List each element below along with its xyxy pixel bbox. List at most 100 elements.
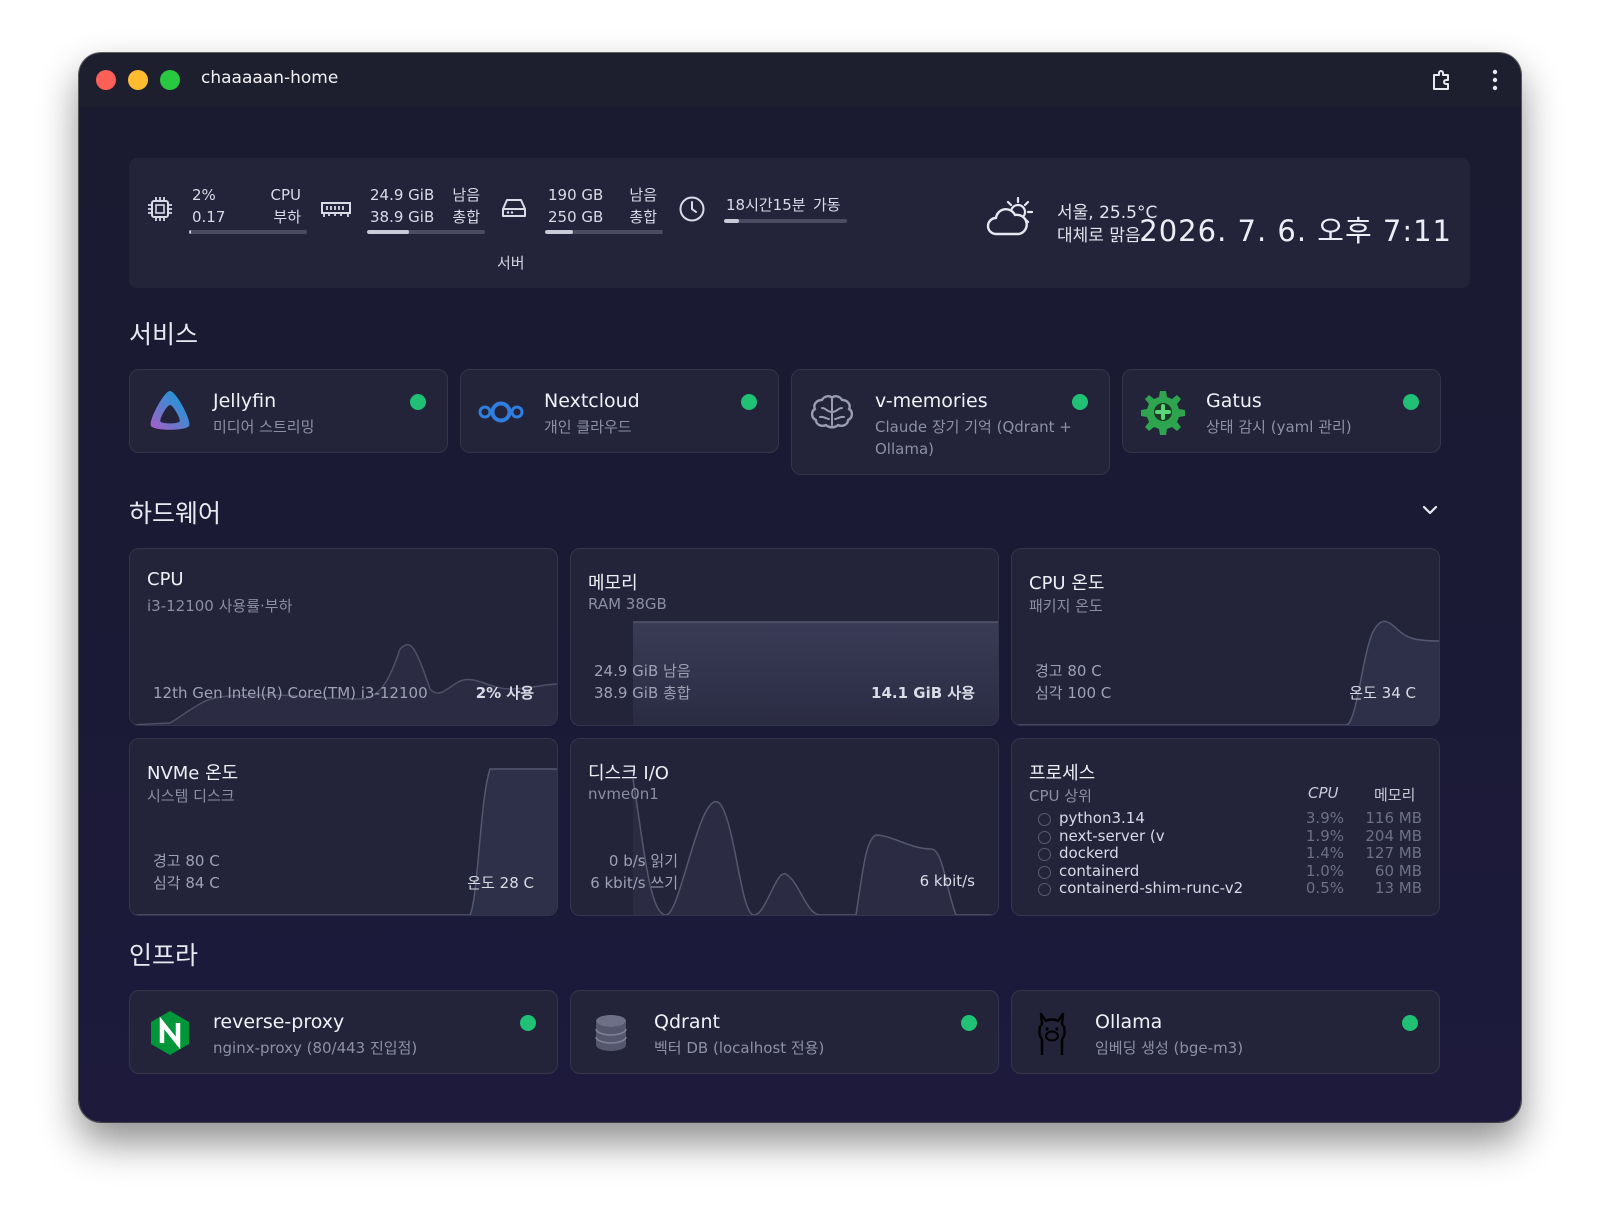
window-title: chaaaaan-home (201, 68, 339, 88)
service-name: Jellyfin (213, 390, 277, 412)
memory-free: 24.9 GiB (370, 186, 435, 204)
process-select-radio[interactable] (1038, 883, 1051, 896)
title-bar: chaaaaan-home (79, 53, 1521, 107)
memory-total-label: 총합 (452, 208, 480, 226)
process-memory: 204 MB (1365, 827, 1422, 845)
process-cpu: 1.9% (1305, 827, 1344, 845)
service-name: reverse-proxy (213, 1011, 345, 1033)
maximize-window-button[interactable] (160, 70, 180, 90)
nvme-temp-value: 온도 28 C (467, 874, 534, 892)
service-desc: 벡터 DB (localhost 전용) (654, 1039, 825, 1057)
service-name: Ollama (1095, 1011, 1163, 1033)
section-title-infra: 인프라 (129, 941, 199, 970)
warning-threshold: 경고 80 C (1035, 662, 1102, 680)
memory-free-text: 24.9 GiB 남음 38.9 GiB 총합 (594, 660, 691, 704)
jellyfin-icon (150, 391, 190, 430)
disk-free: 190 GB (548, 186, 604, 204)
process-name: containerd-shim-runc-v2 (1059, 879, 1244, 897)
memory-usage-bar (367, 230, 485, 234)
process-cpu: 1.0% (1305, 862, 1344, 880)
warning-threshold: 경고 80 C (153, 852, 220, 870)
more-options-icon[interactable] (1489, 67, 1501, 93)
service-desc: 개인 클라우드 (544, 418, 632, 436)
uptime-label: 가동 (813, 196, 841, 214)
process-select-radio[interactable] (1038, 831, 1051, 844)
cpu-usage-value: 2% 사용 (475, 684, 534, 702)
clock-icon (679, 196, 705, 222)
app-window: chaaaaan-home 2% 0.17 CPU 부하 24.9 GiB 38… (79, 53, 1521, 1122)
process-row[interactable]: dockerd 1.4% 127 MB (1032, 844, 1422, 863)
chevron-down-icon[interactable] (1422, 504, 1438, 516)
process-memory: 116 MB (1365, 809, 1422, 827)
section-title-services: 서비스 (129, 320, 199, 349)
process-row[interactable]: containerd-shim-runc-v2 0.5% 13 MB (1032, 879, 1422, 898)
process-memory: 60 MB (1374, 862, 1422, 880)
process-cpu: 1.4% (1305, 844, 1344, 862)
service-card-gatus[interactable]: Gatus 상태 감시 (yaml 관리) (1122, 369, 1441, 453)
status-indicator (961, 1015, 977, 1031)
datetime: 2026. 7. 6. 오후 7:11 (1139, 214, 1452, 248)
read-rate: 0 b/s 읽기 (608, 852, 678, 870)
system-stats-bar: 2% 0.17 CPU 부하 24.9 GiB 38.9 GiB 남음 총합 1… (129, 158, 1470, 288)
status-indicator (1402, 1015, 1418, 1031)
cpu-model: 12th Gen Intel(R) Core(TM) i3-12100 (153, 684, 428, 702)
memory-used-value: 14.1 GiB 사용 (871, 684, 975, 702)
column-header-cpu[interactable]: CPU (1308, 784, 1339, 802)
hw-card-processes: 프로세스 CPU 상위 CPU 메모리 python3.14 3.9% 116 … (1011, 738, 1440, 916)
service-card-nextcloud[interactable]: Nextcloud 개인 클라우드 (460, 369, 779, 453)
memory-icon (321, 202, 351, 217)
service-card-jellyfin[interactable]: Jellyfin 미디어 스트리밍 (129, 369, 448, 453)
infra-card-reverse-proxy[interactable]: reverse-proxy nginx-proxy (80/443 진입점) (129, 990, 558, 1074)
status-indicator (1072, 394, 1088, 410)
process-name: containerd (1059, 862, 1140, 880)
disk-io-total: 6 kbit/s (919, 872, 975, 890)
hw-card-nvme-temp: NVMe 온도 시스템 디스크 경고 80 C 심각 84 C 온도 28 C (129, 738, 558, 916)
brain-icon (810, 395, 854, 429)
hw-card-cpu-temp: CPU 온도 패키지 온도 경고 80 C 심각 100 C 온도 34 C (1011, 548, 1440, 726)
service-desc: 임베딩 생성 (bge-m3) (1095, 1039, 1244, 1057)
service-desc: 미디어 스트리밍 (213, 418, 315, 436)
service-desc: nginx-proxy (80/443 진입점) (213, 1039, 418, 1057)
hw-card-disk-io: 디스크 I/O nvme0n1 0 b/s 읽기 6 kbit/s 쓰기 6 k… (570, 738, 999, 916)
load-label: 부하 (273, 208, 301, 226)
hw-card-cpu: CPU i3-12100 사용률·부하 12th Gen Intel(R) Co… (129, 548, 558, 726)
cpu-chip-icon (148, 197, 172, 221)
process-memory: 13 MB (1374, 879, 1422, 897)
process-select-radio[interactable] (1038, 848, 1051, 861)
critical-threshold: 심각 100 C (1035, 684, 1112, 702)
service-name: Qdrant (654, 1011, 720, 1033)
critical-threshold: 심각 84 C (153, 874, 220, 892)
disk-icon (502, 199, 526, 217)
cpu-temp-value: 온도 34 C (1349, 684, 1416, 702)
database-icon (595, 1015, 627, 1051)
disk-io-rates: 0 b/s 읽기 6 kbit/s 쓰기 (586, 850, 678, 894)
process-memory: 127 MB (1365, 844, 1422, 862)
card-title: 디스크 I/O (588, 763, 669, 784)
card-title: 메모리 (588, 573, 638, 594)
disk-free-label: 남음 (629, 186, 657, 204)
card-subtitle: 패키지 온도 (1029, 597, 1103, 615)
process-select-radio[interactable] (1038, 866, 1051, 879)
process-name: python3.14 (1059, 809, 1145, 827)
card-subtitle: RAM 38GB (588, 595, 667, 613)
close-window-button[interactable] (96, 70, 116, 90)
gear-icon (1141, 391, 1185, 435)
cpu-percent: 2% (192, 186, 216, 204)
process-name: dockerd (1059, 844, 1119, 862)
nextcloud-icon (478, 401, 524, 423)
process-select-radio[interactable] (1038, 813, 1051, 826)
status-indicator (520, 1015, 536, 1031)
infra-card-ollama[interactable]: Ollama 임베딩 생성 (bge-m3) (1011, 990, 1440, 1074)
card-subtitle: 시스템 디스크 (147, 787, 235, 805)
infra-card-qdrant[interactable]: Qdrant 벡터 DB (localhost 전용) (570, 990, 999, 1074)
disk-total-label: 총합 (629, 208, 657, 226)
card-title: 프로세스 (1029, 763, 1096, 784)
service-card-v-memories[interactable]: v-memories Claude 장기 기억 (Qdrant + Ollama… (791, 369, 1110, 475)
minimize-window-button[interactable] (128, 70, 148, 90)
extension-icon[interactable] (1429, 67, 1455, 93)
llama-icon (1038, 1012, 1066, 1055)
process-cpu: 3.9% (1305, 809, 1344, 827)
process-row[interactable]: python3.14 3.9% 116 MB (1032, 809, 1422, 828)
write-rate: 6 kbit/s 쓰기 (590, 874, 678, 892)
column-header-memory[interactable]: 메모리 (1374, 784, 1415, 805)
